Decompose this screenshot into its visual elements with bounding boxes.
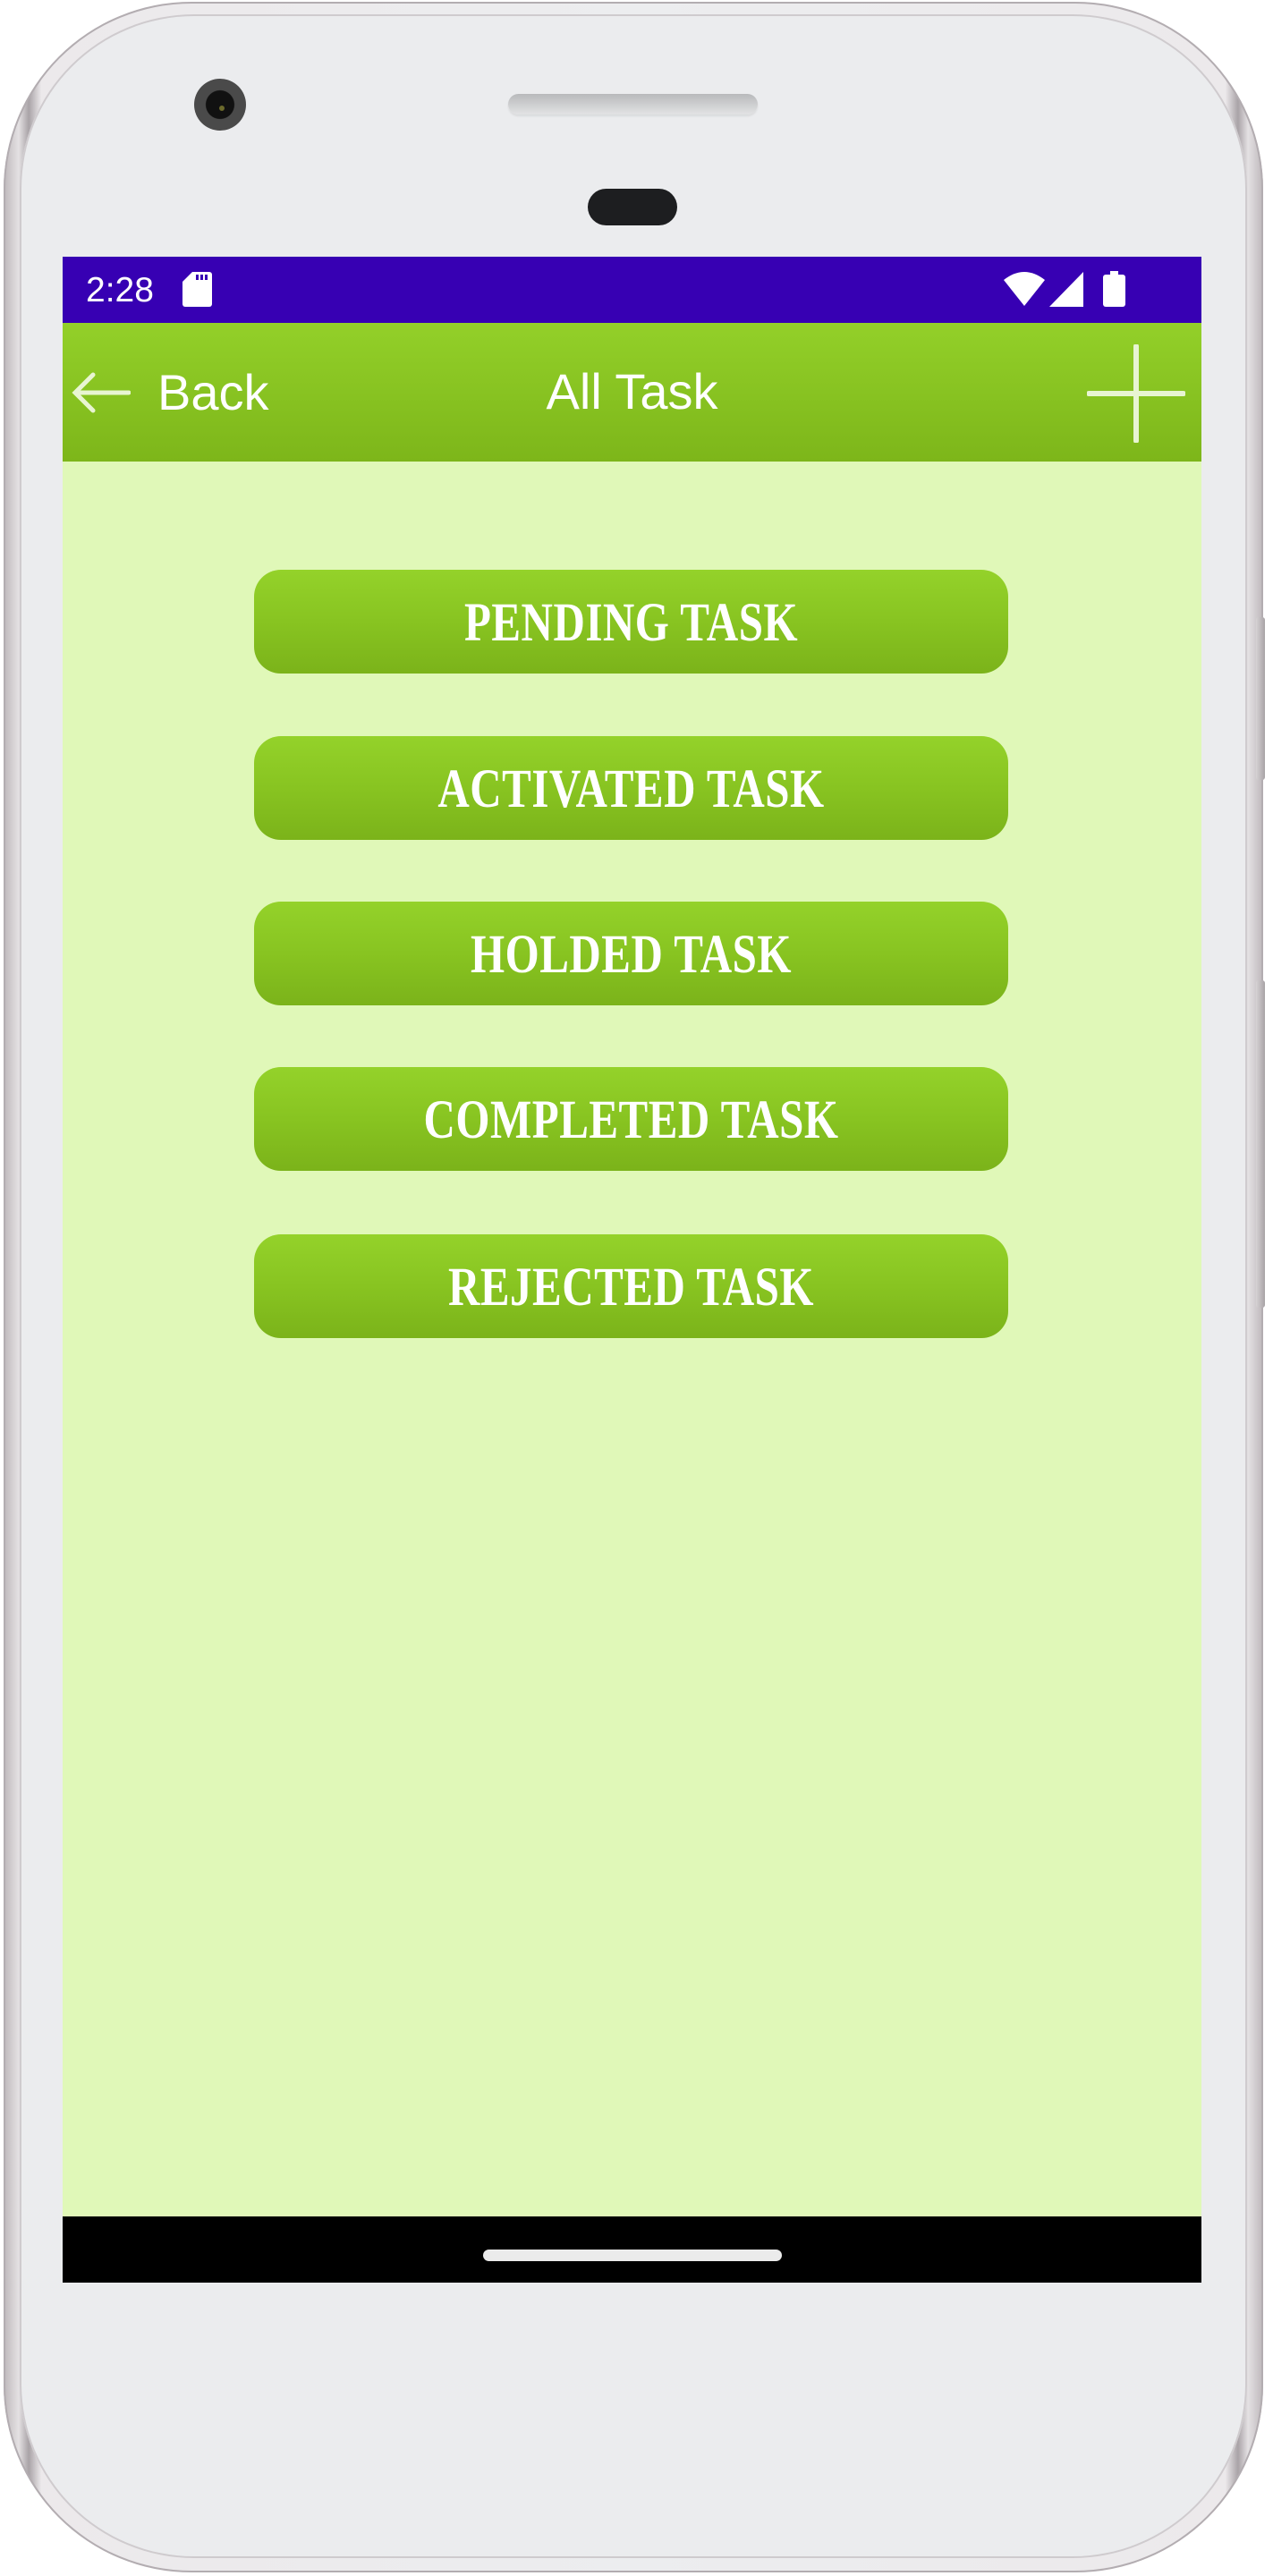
completed-task-label: COMPLETED TASK	[423, 1088, 839, 1150]
status-bar: 2:28	[63, 257, 1201, 323]
page-title: All Task	[546, 363, 718, 419]
earpiece-speaker	[508, 94, 758, 114]
sd-card-icon	[182, 272, 212, 307]
home-gesture-pill[interactable]	[483, 2250, 782, 2261]
front-camera-icon	[194, 79, 246, 131]
pending-task-button[interactable]: PENDING TASK	[254, 570, 1008, 674]
activated-task-button[interactable]: ACTIVATED TASK	[254, 736, 1008, 840]
cell-signal-icon	[1049, 272, 1083, 307]
proximity-sensor	[588, 189, 677, 225]
holded-task-button[interactable]: HOLDED TASK	[254, 902, 1008, 1005]
system-nav-bar	[63, 2216, 1201, 2283]
add-task-button[interactable]	[1086, 343, 1186, 444]
volume-button	[1256, 980, 1265, 1308]
plus-icon	[1086, 343, 1186, 444]
completed-task-button[interactable]: COMPLETED TASK	[254, 1067, 1008, 1171]
rejected-task-label: REJECTED TASK	[447, 1255, 815, 1318]
rejected-task-button[interactable]: REJECTED TASK	[254, 1234, 1008, 1338]
app-screen: 2:28 Back All Task PENDING TASK ACTIVATE…	[63, 257, 1201, 2283]
pending-task-label: PENDING TASK	[463, 590, 799, 653]
wifi-icon	[1004, 272, 1045, 306]
battery-icon	[1103, 271, 1125, 307]
status-time: 2:28	[86, 271, 154, 309]
holded-task-label: HOLDED TASK	[470, 922, 793, 985]
power-button	[1256, 617, 1265, 780]
app-toolbar: Back All Task	[63, 323, 1201, 462]
activated-task-label: ACTIVATED TASK	[437, 757, 825, 819]
